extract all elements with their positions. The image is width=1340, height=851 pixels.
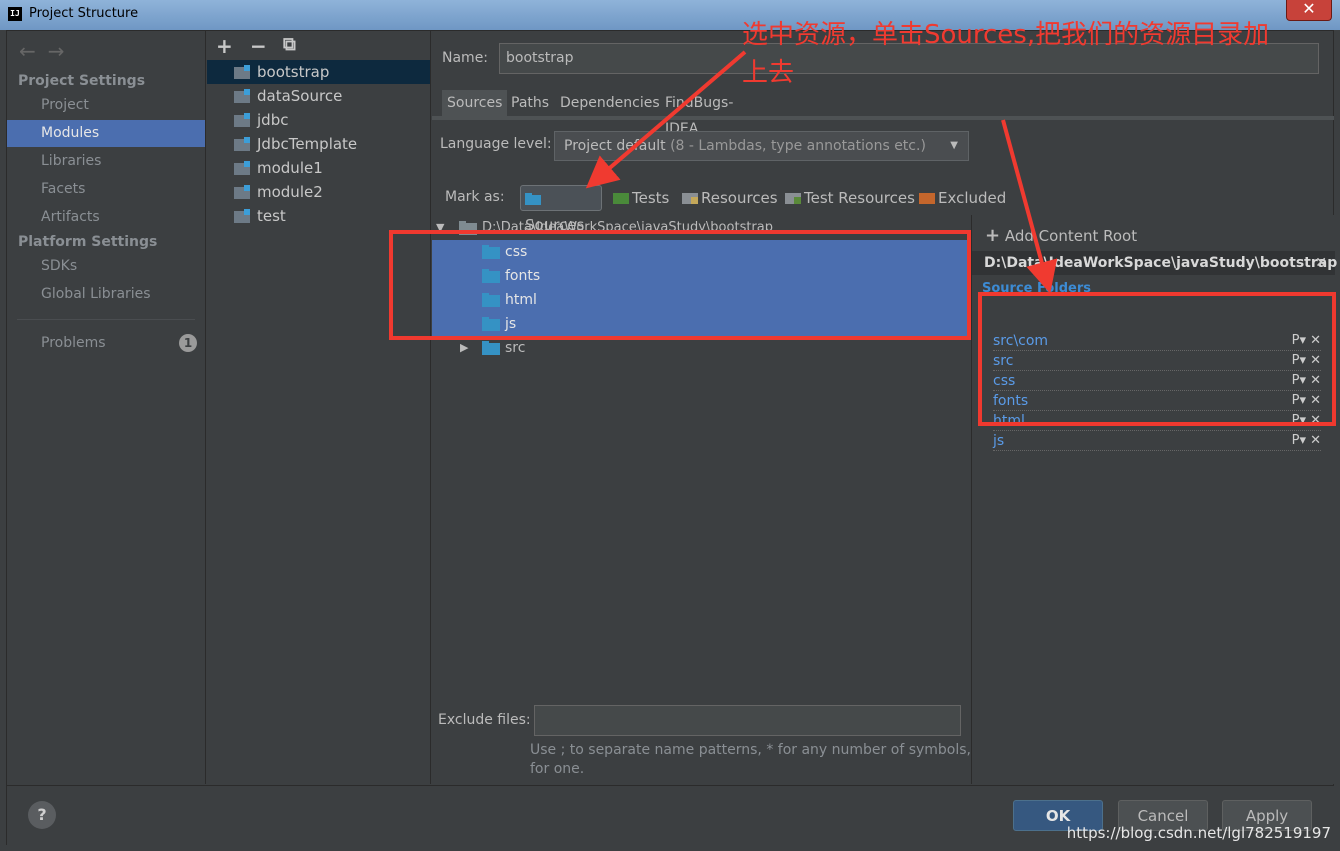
watermark-url: https://blog.csdn.net/lgl782519197 [1066, 824, 1331, 842]
annotation-arrow-to-sources [585, 50, 747, 189]
annotation-arrows [585, 50, 1058, 294]
annotation-arrow-to-folders [1001, 119, 1058, 294]
